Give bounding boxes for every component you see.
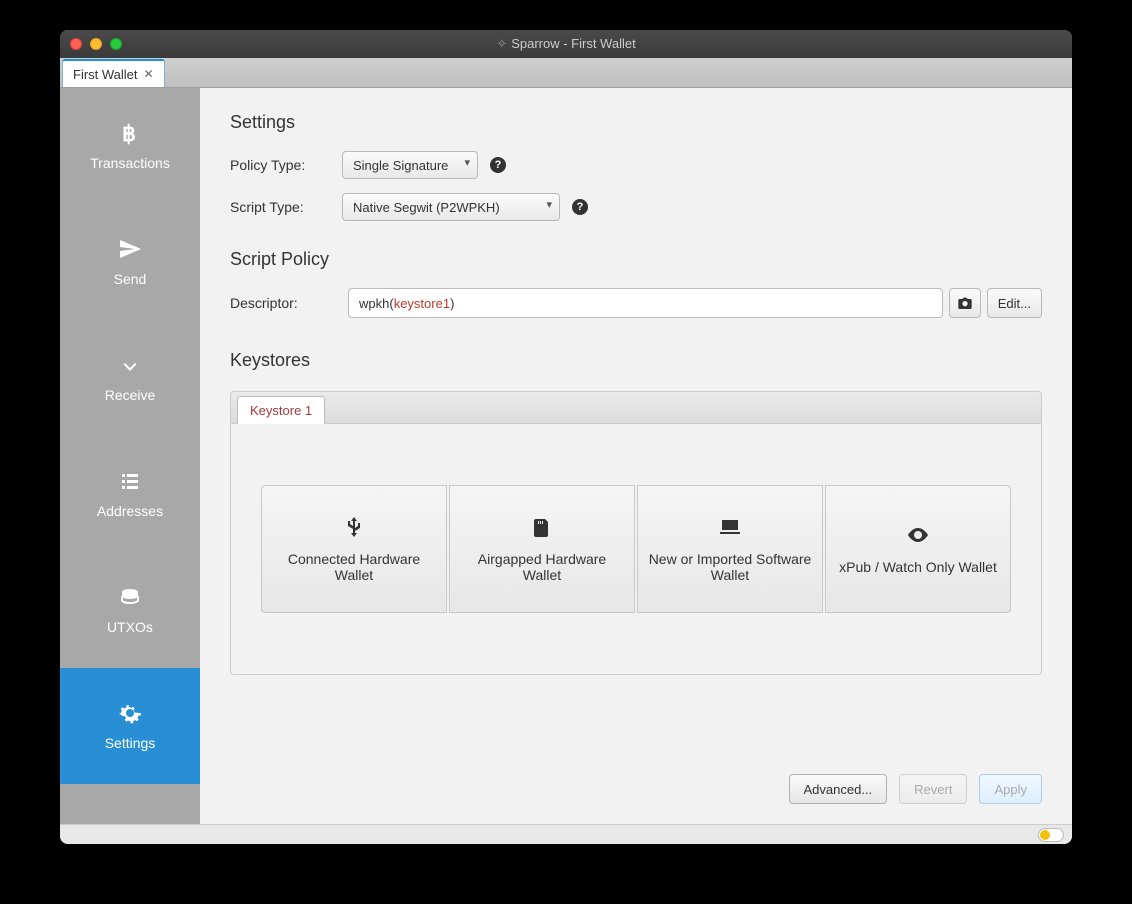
- list-icon: [118, 469, 142, 493]
- keystore-tab-label: Keystore 1: [250, 403, 312, 418]
- app-window: ✧Sparrow - First Wallet First Wallet ✕ ฿…: [60, 30, 1072, 844]
- sidebar-item-label: Transactions: [90, 155, 170, 171]
- keystore-tab[interactable]: Keystore 1: [237, 396, 325, 424]
- revert-button: Revert: [899, 774, 967, 804]
- wallet-tab-label: First Wallet: [73, 67, 138, 82]
- toggle-knob: [1040, 830, 1050, 840]
- main-content: Settings Policy Type: Single Signature ?…: [200, 88, 1072, 824]
- status-bar: [60, 824, 1072, 844]
- window-title: ✧Sparrow - First Wallet: [60, 36, 1072, 52]
- connected-hardware-wallet-button[interactable]: Connected Hardware Wallet: [261, 485, 447, 613]
- keystores-heading: Keystores: [230, 350, 1042, 371]
- coins-icon: [118, 585, 142, 609]
- sidebar-item-label: Send: [114, 271, 147, 287]
- watch-only-wallet-button[interactable]: xPub / Watch Only Wallet: [825, 485, 1011, 613]
- airgapped-hardware-wallet-button[interactable]: Airgapped Hardware Wallet: [449, 485, 635, 613]
- send-icon: [118, 237, 142, 261]
- gear-icon: [118, 701, 142, 725]
- footer-buttons: Advanced... Revert Apply: [230, 754, 1042, 804]
- eye-icon: [906, 523, 930, 547]
- card-label: Connected Hardware Wallet: [272, 551, 436, 583]
- document-tab-bar: First Wallet ✕: [60, 58, 1072, 88]
- sidebar-item-transactions[interactable]: ฿ Transactions: [60, 88, 200, 204]
- titlebar: ✧Sparrow - First Wallet: [60, 30, 1072, 58]
- sidebar-item-receive[interactable]: Receive: [60, 320, 200, 436]
- sidebar-item-addresses[interactable]: Addresses: [60, 436, 200, 552]
- advanced-button[interactable]: Advanced...: [789, 774, 888, 804]
- usb-icon: [342, 515, 366, 539]
- settings-heading: Settings: [230, 112, 1042, 133]
- sparrow-icon: ✧: [496, 36, 507, 52]
- sidebar-item-send[interactable]: Send: [60, 204, 200, 320]
- svg-text:฿: ฿: [122, 121, 136, 145]
- sidebar-item-label: Receive: [105, 387, 156, 403]
- script-type-label: Script Type:: [230, 199, 342, 215]
- policy-type-label: Policy Type:: [230, 157, 342, 173]
- sidebar-item-utxos[interactable]: UTXOs: [60, 552, 200, 668]
- script-policy-heading: Script Policy: [230, 249, 1042, 270]
- scan-qr-button[interactable]: [949, 288, 981, 318]
- sidebar-item-label: UTXOs: [107, 619, 153, 635]
- laptop-icon: [718, 515, 742, 539]
- descriptor-label: Descriptor:: [230, 295, 342, 311]
- script-type-select[interactable]: Native Segwit (P2WPKH): [342, 193, 560, 221]
- descriptor-field[interactable]: wpkh(keystore1): [348, 288, 943, 318]
- policy-help-icon[interactable]: ?: [490, 157, 506, 173]
- card-label: Airgapped Hardware Wallet: [460, 551, 624, 583]
- camera-icon: [957, 295, 973, 311]
- sidebar-item-settings[interactable]: Settings: [60, 668, 200, 784]
- policy-type-select[interactable]: Single Signature: [342, 151, 478, 179]
- receive-icon: [118, 353, 142, 377]
- edit-descriptor-button[interactable]: Edit...: [987, 288, 1042, 318]
- sidebar-item-label: Addresses: [97, 503, 163, 519]
- close-tab-icon[interactable]: ✕: [144, 67, 154, 81]
- sd-card-icon: [530, 515, 554, 539]
- keystore-panel: Keystore 1 Connected Hardware Wallet Air…: [230, 391, 1042, 675]
- wallet-tab[interactable]: First Wallet ✕: [62, 59, 165, 87]
- card-label: New or Imported Software Wallet: [648, 551, 812, 583]
- bitcoin-icon: ฿: [118, 121, 142, 145]
- apply-button: Apply: [979, 774, 1042, 804]
- sidebar-item-label: Settings: [105, 735, 156, 751]
- software-wallet-button[interactable]: New or Imported Software Wallet: [637, 485, 823, 613]
- connection-toggle[interactable]: [1038, 828, 1064, 842]
- card-label: xPub / Watch Only Wallet: [839, 559, 997, 575]
- script-help-icon[interactable]: ?: [572, 199, 588, 215]
- sidebar: ฿ Transactions Send Receive Addresses: [60, 88, 200, 824]
